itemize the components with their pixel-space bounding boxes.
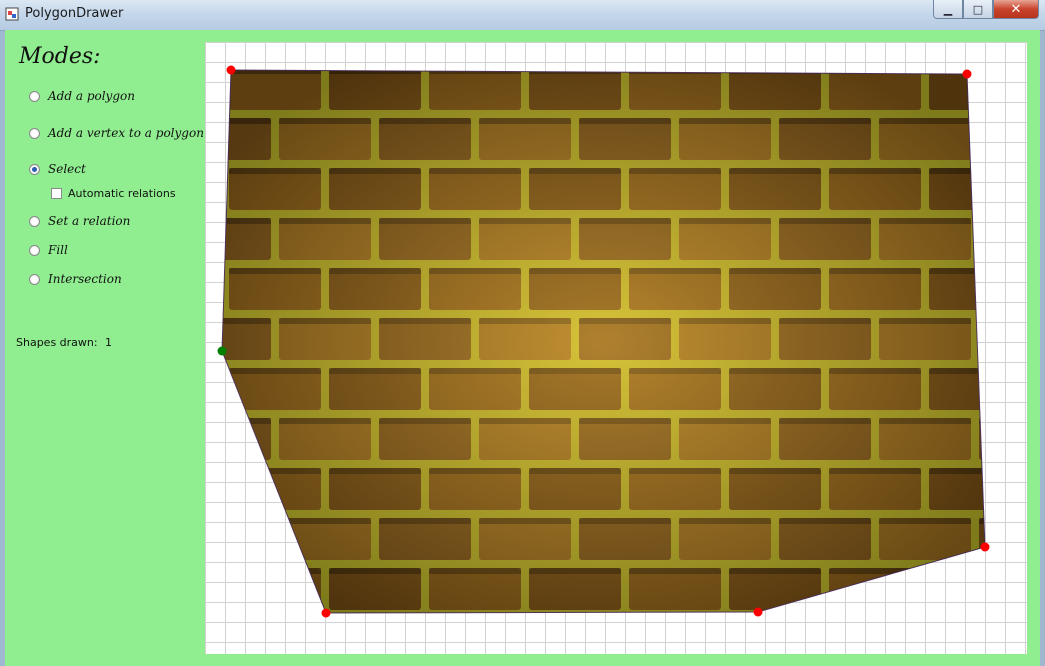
selected-vertex-dot-icon[interactable] [217,346,227,356]
checkbox[interactable] [51,188,62,199]
mode-label: Select [48,162,86,176]
window-title: PolygonDrawer [25,6,124,21]
mode-intersection[interactable]: Intersection [29,272,122,286]
mode-label: Add a polygon [48,89,135,103]
checkbox-label: Automatic relations [68,187,176,200]
mode-label: Set a relation [48,214,131,228]
mode-add-vertex[interactable]: Add a vertex to a polygon [29,126,204,140]
polygon-layer [217,65,990,618]
shapes-drawn-label: Shapes drawn: [16,336,98,349]
mode-label: Add a vertex to a polygon [48,126,204,140]
title-bar[interactable]: PolygonDrawer ▁ □ ✕ [0,0,1045,31]
mode-add-polygon[interactable]: Add a polygon [29,89,135,103]
mode-fill[interactable]: Fill [29,243,68,257]
automatic-relations-checkbox[interactable]: Automatic relations [51,187,176,200]
vertex-dot-icon[interactable] [753,607,763,617]
radio-button[interactable] [29,244,40,256]
minimize-button[interactable]: ▁ [933,0,963,19]
radio-button[interactable] [29,127,40,139]
close-button[interactable]: ✕ [993,0,1039,19]
vertex-dot-icon[interactable] [226,65,236,75]
vertex-dot-icon[interactable] [962,69,972,79]
mode-select[interactable]: Select [29,162,86,176]
mode-label: Fill [48,243,68,257]
polygon-app-icon [5,7,19,21]
radio-button[interactable] [29,215,40,227]
mode-label: Intersection [48,272,122,286]
vertex-dot-icon[interactable] [321,608,331,618]
modes-heading: Modes: [19,44,101,69]
drawing-canvas[interactable] [205,42,1027,654]
main-panel: Modes: Add a polygon Add a vertex to a p… [5,30,1040,666]
radio-button[interactable] [29,273,40,285]
maximize-button[interactable]: □ [963,0,993,19]
shapes-drawn-count: 1 [105,336,112,349]
window-controls: ▁ □ ✕ [933,0,1039,20]
vertex-dot-icon[interactable] [980,542,990,552]
radio-button-checked[interactable] [29,163,40,175]
mode-set-relation[interactable]: Set a relation [29,214,130,228]
radio-button[interactable] [29,90,40,102]
